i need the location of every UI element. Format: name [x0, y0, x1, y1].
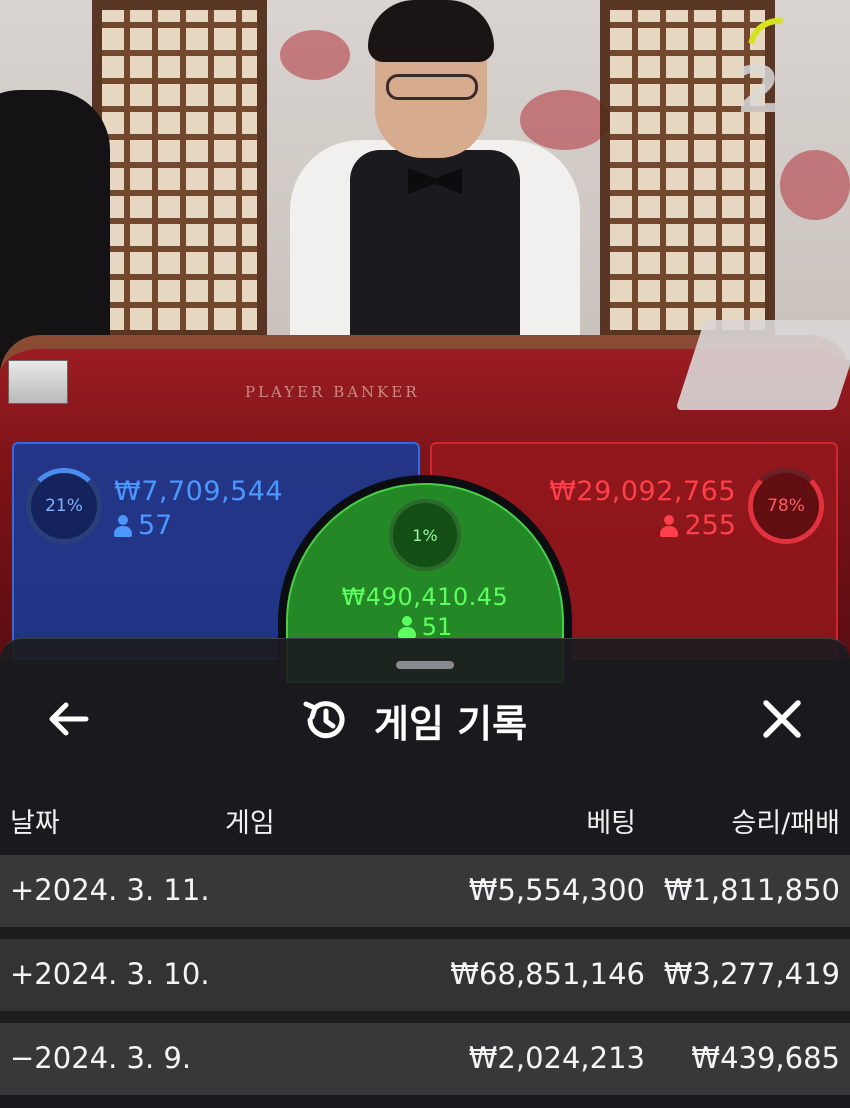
- person-icon: [114, 514, 132, 537]
- tie-bettor-count: 51: [288, 613, 562, 641]
- sheet-title: 게임 기록: [374, 701, 528, 746]
- row-result-amount: ₩3,277,419: [663, 957, 840, 991]
- person-icon: [660, 514, 679, 537]
- row-date: +2024. 3. 11.: [10, 873, 210, 907]
- tie-percent-ring: 1%: [389, 499, 461, 571]
- sheet-drag-handle[interactable]: [396, 661, 454, 669]
- player-bettor-count: 57: [114, 510, 172, 541]
- blossom-decoration: [780, 150, 850, 220]
- row-result-amount: ₩1,811,850: [663, 873, 840, 907]
- row-result-amount: ₩439,685: [691, 1041, 840, 1075]
- player-bettor-count-value: 57: [138, 510, 173, 541]
- countdown-timer: 2: [736, 54, 781, 128]
- column-header-result: 승리/패배: [731, 808, 840, 839]
- history-row[interactable]: +2024. 3. 11. ₩5,554,300 ₩1,811,850: [0, 855, 850, 927]
- card-stack: [8, 360, 68, 404]
- tie-bettor-count-value: 51: [421, 613, 453, 641]
- row-date: −2024. 3. 9.: [10, 1041, 192, 1075]
- history-row[interactable]: +2024. 3. 10. ₩68,851,146 ₩3,277,419: [0, 939, 850, 1011]
- history-icon: [303, 701, 345, 739]
- banker-bettor-count-value: 255: [684, 510, 736, 541]
- game-history-sheet: 게임 기록 날짜 게임 베팅 승리/패배 +2024. 3. 11. ₩5,55…: [0, 638, 850, 1108]
- column-header-bet: 베팅: [586, 808, 636, 839]
- tie-bet-amount: ₩490,410.45: [341, 583, 509, 611]
- column-header-date: 날짜: [10, 808, 60, 839]
- column-header-game: 게임: [225, 808, 275, 839]
- history-row[interactable]: −2024. 3. 9. ₩2,024,213 ₩439,685: [0, 1023, 850, 1095]
- sheet-header: 게임 기록: [300, 693, 527, 747]
- person-icon: [397, 616, 416, 638]
- banker-percent-ring: 78%: [748, 468, 824, 544]
- player-percent: 21%: [45, 496, 83, 516]
- close-button[interactable]: [752, 693, 812, 745]
- row-bet-amount: ₩5,554,300: [468, 873, 645, 907]
- banker-bettor-count: 255: [660, 510, 736, 541]
- row-bet-amount: ₩68,851,146: [450, 957, 645, 991]
- close-icon: [763, 700, 801, 738]
- lattice-screen-left: [92, 0, 267, 340]
- arrow-left-icon: [49, 702, 89, 736]
- card-shoe: [675, 320, 850, 410]
- row-divider: [0, 927, 850, 939]
- back-button[interactable]: [40, 695, 96, 743]
- row-divider: [0, 1011, 850, 1023]
- player-bet-amount: ₩7,709,544: [114, 476, 284, 507]
- player-percent-ring: 21%: [26, 468, 102, 544]
- history-table-header: 날짜 게임 베팅 승리/패배: [0, 799, 850, 839]
- banker-bet-amount: ₩29,092,765: [549, 476, 736, 507]
- row-date: +2024. 3. 10.: [10, 957, 210, 991]
- banker-percent: 78%: [767, 496, 805, 516]
- table-print-label: PLAYER BANKER: [245, 383, 420, 401]
- tie-percent: 1%: [412, 525, 438, 545]
- row-bet-amount: ₩2,024,213: [468, 1041, 645, 1075]
